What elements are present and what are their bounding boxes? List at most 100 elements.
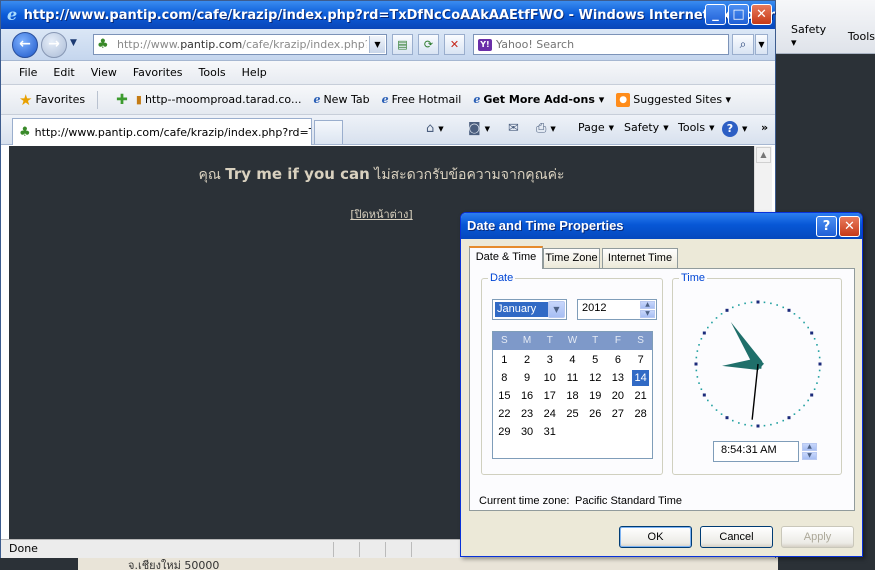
clock-minute-tick	[776, 304, 778, 306]
calendar-day[interactable]: 18	[561, 387, 584, 405]
apply-button[interactable]: Apply	[781, 526, 854, 548]
page-menu[interactable]: Page ▼	[578, 121, 614, 134]
calendar-day[interactable]: 13	[607, 369, 630, 387]
year-up-icon[interactable]: ▲	[640, 301, 655, 309]
recent-pages-dropdown-icon[interactable]: ▼	[70, 38, 77, 48]
month-value: January	[495, 302, 548, 317]
calendar-day[interactable]: 31	[538, 423, 561, 441]
calendar-day[interactable]: 28	[629, 405, 652, 423]
year-stepper[interactable]: 2012 ▲ ▼	[577, 299, 657, 320]
search-input[interactable]	[496, 38, 716, 51]
read-mail-button[interactable]: ✉	[508, 121, 519, 136]
month-select[interactable]: January ▼	[492, 299, 567, 320]
calendar-day[interactable]: 21	[629, 387, 652, 405]
calendar-day[interactable]: 16	[516, 387, 539, 405]
help-menu[interactable]: ? ▼	[722, 121, 747, 137]
ok-button[interactable]: OK	[619, 526, 692, 548]
time-up-icon[interactable]: ▲	[802, 443, 817, 451]
calendar-day[interactable]: 4	[561, 351, 584, 369]
time-groupbox: Time 8:54:31 AM ▲ ▼	[672, 272, 842, 475]
menu-view[interactable]: View	[83, 66, 125, 79]
calendar-day[interactable]: 29	[493, 423, 516, 441]
tab-pantip[interactable]: ♣ http://www.pantip.com/cafe/krazip/inde…	[12, 118, 312, 145]
calendar-day[interactable]: 25	[561, 405, 584, 423]
calendar-day[interactable]: 5	[584, 351, 607, 369]
menu-bar: File Edit View Favorites Tools Help	[1, 61, 775, 85]
print-button[interactable]: ⎙ ▼	[536, 121, 556, 136]
calendar-day[interactable]: 6	[607, 351, 630, 369]
calendar-day[interactable]: 22	[493, 405, 516, 423]
calendar-day[interactable]: 26	[584, 405, 607, 423]
calendar-day[interactable]: 12	[584, 369, 607, 387]
scroll-up-icon[interactable]: ▲	[756, 147, 771, 163]
maximize-button[interactable]: □	[728, 4, 749, 25]
background-tools-menu[interactable]: Tools	[848, 30, 875, 43]
address-dropdown-icon[interactable]: ▼	[369, 36, 385, 53]
calendar-day[interactable]: 27	[607, 405, 630, 423]
time-stepper[interactable]: 8:54:31 AM ▲ ▼	[713, 441, 817, 462]
back-button[interactable]: ←	[12, 32, 38, 58]
fav-link-new-tab[interactable]: e New Tab	[309, 93, 373, 106]
favorites-button[interactable]: ★ Favorites	[15, 91, 89, 109]
add-to-favorites-bar-icon[interactable]: ✚	[116, 92, 128, 108]
menu-tools[interactable]: Tools	[191, 66, 234, 79]
calendar-day[interactable]: 17	[538, 387, 561, 405]
tab-time-zone[interactable]: Time Zone	[543, 248, 600, 268]
clock-minute-tick	[770, 302, 772, 305]
calendar-day[interactable]: 15	[493, 387, 516, 405]
fav-link-get-more-addons[interactable]: e Get More Add-ons ▾	[469, 93, 608, 106]
dialog-titlebar[interactable]: Date and Time Properties ? ✕	[461, 213, 862, 239]
forward-button[interactable]: →	[41, 32, 67, 58]
calendar-day[interactable]: 20	[607, 387, 630, 405]
compatibility-view-icon[interactable]: ▤	[392, 34, 413, 55]
address-text[interactable]: http://www.pantip.com/cafe/krazip/index.…	[117, 38, 367, 51]
calendar-day[interactable]: 24	[538, 405, 561, 423]
home-button[interactable]: ⌂ ▼	[426, 121, 444, 136]
calendar-day[interactable]: 1	[493, 351, 516, 369]
feeds-button[interactable]: ◙ ▼	[468, 121, 490, 136]
safety-menu[interactable]: Safety ▼	[624, 121, 669, 134]
menu-edit[interactable]: Edit	[45, 66, 82, 79]
search-icon[interactable]: ⌕	[732, 34, 754, 55]
address-bar[interactable]: ♣ http://www.pantip.com/cafe/krazip/inde…	[93, 34, 387, 55]
calendar-day[interactable]: 11	[561, 369, 584, 387]
new-tab-button[interactable]	[314, 120, 343, 144]
background-safety-menu[interactable]: Safety ▾	[791, 23, 834, 49]
chevron-down-icon[interactable]: ▼	[548, 301, 565, 318]
menu-help[interactable]: Help	[234, 66, 275, 79]
clock-minute-tick	[731, 306, 734, 309]
minimize-button[interactable]: _	[705, 4, 726, 25]
window-title: http://www.pantip.com/cafe/krazip/index.…	[23, 7, 775, 23]
ie-titlebar[interactable]: e http://www.pantip.com/cafe/krazip/inde…	[1, 1, 775, 29]
calendar-day[interactable]: 9	[516, 369, 539, 387]
calendar-day[interactable]: 7	[629, 351, 652, 369]
menu-file[interactable]: File	[11, 66, 45, 79]
calendar-day[interactable]: 23	[516, 405, 539, 423]
calendar-day-selected[interactable]: 14	[632, 370, 649, 386]
dialog-close-button[interactable]: ✕	[839, 216, 860, 237]
dialog-help-button[interactable]: ?	[816, 216, 837, 237]
calendar-day[interactable]: 3	[538, 351, 561, 369]
menu-favorites[interactable]: Favorites	[125, 66, 191, 79]
cancel-button[interactable]: Cancel	[700, 526, 773, 548]
close-button[interactable]: ✕	[751, 4, 772, 25]
tools-menu[interactable]: Tools ▼	[678, 121, 715, 134]
calendar-day[interactable]: 2	[516, 351, 539, 369]
calendar-day[interactable]: 19	[584, 387, 607, 405]
calendar-day[interactable]: 8	[493, 369, 516, 387]
page-menu-label: Page	[578, 121, 605, 134]
calendar-day[interactable]: 10	[538, 369, 561, 387]
fav-link-free-hotmail[interactable]: e Free Hotmail	[378, 93, 466, 106]
refresh-icon[interactable]: ⟳	[418, 34, 439, 55]
time-down-icon[interactable]: ▼	[802, 452, 817, 460]
stop-icon[interactable]: ✕	[444, 34, 465, 55]
fav-link-suggested-sites[interactable]: ● Suggested Sites ▾	[612, 92, 735, 107]
tab-internet-time[interactable]: Internet Time	[602, 248, 678, 268]
tab-date-time[interactable]: Date & Time	[469, 246, 543, 269]
year-down-icon[interactable]: ▼	[640, 310, 655, 318]
search-box[interactable]: Y!	[473, 34, 729, 55]
more-commands-icon[interactable]: »	[761, 121, 768, 134]
calendar-day[interactable]: 30	[516, 423, 539, 441]
search-options-dropdown-icon[interactable]: ▼	[755, 34, 768, 55]
fav-link-moomproad[interactable]: ▮ http--moomproad.tarad.co...	[132, 93, 306, 106]
